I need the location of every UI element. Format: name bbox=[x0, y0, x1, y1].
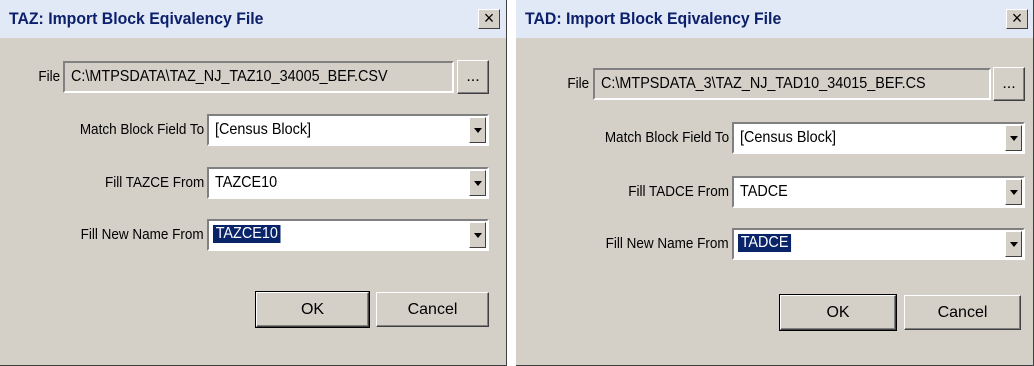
fill-new-name-value: TADCE bbox=[737, 233, 793, 253]
file-path-field[interactable]: C:\MTPSDATA_3\TAZ_NJ_TAD10_34015_BEF.CS bbox=[593, 68, 991, 100]
ok-button[interactable]: OK bbox=[779, 294, 897, 331]
title-bar: TAZ: Import Block Eqivalency File × bbox=[0, 0, 506, 38]
chevron-down-icon[interactable] bbox=[469, 117, 486, 143]
fill-new-name-value: TAZCE10 bbox=[212, 224, 282, 244]
chevron-down-icon[interactable] bbox=[469, 222, 486, 248]
fill-new-name-label: Fill New Name From bbox=[605, 235, 729, 252]
ok-button[interactable]: OK bbox=[255, 291, 370, 328]
fill-tazce-value: TAZCE10 bbox=[215, 174, 278, 191]
dialog-title: TAZ: Import Block Eqivalency File bbox=[9, 9, 264, 28]
close-icon[interactable]: × bbox=[1006, 9, 1028, 29]
match-block-dropdown[interactable]: [Census Block] bbox=[732, 122, 1025, 154]
browse-button[interactable]: ... bbox=[993, 67, 1025, 101]
fill-new-name-dropdown[interactable]: TADCE bbox=[732, 228, 1025, 260]
match-block-value: [Census Block] bbox=[215, 121, 312, 138]
match-block-label: Match Block Field To bbox=[79, 121, 204, 138]
fill-tazce-dropdown[interactable]: TAZCE10 bbox=[207, 167, 489, 199]
file-path-value: C:\MTPSDATA_3\TAZ_NJ_TAD10_34015_BEF.CS bbox=[601, 75, 926, 92]
fill-tadce-dropdown[interactable]: TADCE bbox=[732, 176, 1025, 208]
dialog-title: TAD: Import Block Eqivalency File bbox=[525, 9, 782, 28]
file-label: File bbox=[38, 68, 60, 85]
file-path-field[interactable]: C:\MTPSDATA\TAZ_NJ_TAZ10_34005_BEF.CSV bbox=[63, 61, 454, 93]
file-path-value: C:\MTPSDATA\TAZ_NJ_TAZ10_34005_BEF.CSV bbox=[71, 68, 388, 85]
browse-button[interactable]: ... bbox=[457, 60, 489, 94]
taz-import-dialog: TAZ: Import Block Eqivalency File × File… bbox=[0, 0, 507, 366]
chevron-down-icon[interactable] bbox=[1005, 231, 1022, 257]
chevron-down-icon[interactable] bbox=[1005, 125, 1022, 151]
cancel-button[interactable]: Cancel bbox=[904, 295, 1021, 330]
fill-tazce-label: Fill TAZCE From bbox=[104, 174, 204, 191]
match-block-value: [Census Block] bbox=[740, 129, 837, 146]
tad-import-dialog: TAD: Import Block Eqivalency File × File… bbox=[516, 0, 1034, 366]
file-label: File bbox=[567, 75, 589, 92]
match-block-label: Match Block Field To bbox=[604, 129, 729, 146]
fill-new-name-label: Fill New Name From bbox=[80, 226, 204, 243]
close-icon[interactable]: × bbox=[478, 9, 500, 29]
match-block-dropdown[interactable]: [Census Block] bbox=[207, 114, 489, 146]
chevron-down-icon[interactable] bbox=[1005, 179, 1022, 205]
fill-tadce-label: Fill TADCE From bbox=[628, 183, 729, 200]
title-bar: TAD: Import Block Eqivalency File × bbox=[516, 0, 1033, 38]
fill-new-name-dropdown[interactable]: TAZCE10 bbox=[207, 219, 489, 251]
chevron-down-icon[interactable] bbox=[469, 170, 486, 196]
cancel-button[interactable]: Cancel bbox=[376, 292, 489, 327]
fill-tadce-value: TADCE bbox=[740, 183, 788, 200]
